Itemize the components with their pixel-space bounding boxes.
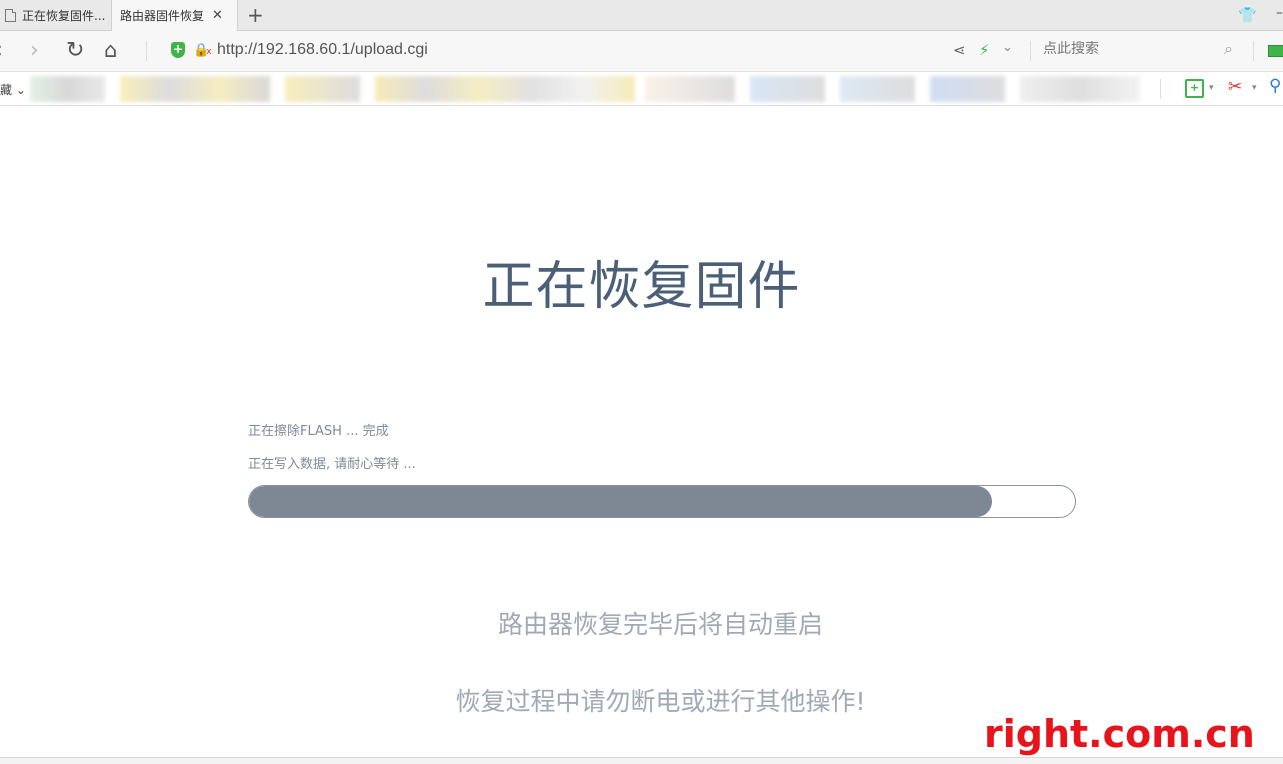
security-shield-icon[interactable]: + bbox=[171, 42, 185, 58]
share-icon[interactable]: ⋖ bbox=[953, 41, 966, 59]
divider bbox=[1160, 79, 1161, 99]
speed-mode-icon[interactable]: ⚡ bbox=[979, 41, 990, 59]
bookmark-item[interactable] bbox=[285, 76, 360, 102]
chevron-down-icon[interactable]: ▾ bbox=[1252, 83, 1257, 93]
auto-reboot-notice: 路由器恢复完毕后将自动重启 bbox=[497, 610, 823, 639]
divider bbox=[1253, 41, 1254, 61]
search-icon[interactable]: ⌕ bbox=[1224, 39, 1233, 59]
bookmark-item[interactable] bbox=[645, 76, 735, 102]
bookmark-item[interactable] bbox=[1020, 76, 1140, 102]
forward-icon[interactable]: › bbox=[30, 38, 39, 63]
tab-bar: 正在恢复固件... 路由器固件恢复 ✕ + 👕 – bbox=[0, 0, 1283, 31]
divider bbox=[146, 41, 147, 61]
bookmark-item[interactable] bbox=[120, 76, 270, 102]
new-tab-icon[interactable]: + bbox=[247, 3, 264, 27]
tab-restoring[interactable]: 正在恢复固件... bbox=[0, 0, 110, 30]
tab-router-restore[interactable]: 路由器固件恢复 ✕ bbox=[111, 0, 238, 31]
address-input[interactable] bbox=[217, 41, 917, 59]
bookmarks-bar: 藏 ⌄ + ▾ ✂ ▾ ⚲ bbox=[0, 72, 1283, 106]
progress-bar-fill bbox=[249, 486, 993, 517]
page-icon bbox=[5, 8, 16, 22]
erase-status-text: 正在擦除FLASH ... 完成 bbox=[248, 424, 389, 439]
tab-label: 路由器固件恢复 bbox=[120, 9, 205, 23]
divider bbox=[1030, 41, 1031, 61]
search-icon[interactable]: ⚲ bbox=[1269, 76, 1281, 96]
bookmark-item[interactable] bbox=[840, 76, 915, 102]
refresh-icon[interactable]: ↻ bbox=[66, 38, 84, 63]
insecure-lock-icon[interactable]: 🔒x bbox=[193, 43, 212, 58]
chevron-down-icon[interactable]: ▾ bbox=[1209, 83, 1214, 93]
search-input[interactable] bbox=[1043, 41, 1223, 57]
page-title: 正在恢复固件 bbox=[482, 257, 801, 317]
translate-icon[interactable]: + bbox=[1185, 79, 1204, 98]
battery-icon bbox=[1268, 45, 1283, 57]
minimize-icon[interactable]: – bbox=[1276, 5, 1283, 21]
navigation-bar: ‹ › ↻ ⌂ + 🔒x ⋖ ⚡ ⌄ ⌕ bbox=[0, 31, 1283, 72]
bookmark-item[interactable] bbox=[930, 76, 1005, 102]
chevron-down-icon[interactable]: ⌄ bbox=[1002, 40, 1013, 55]
scissors-icon[interactable]: ✂ bbox=[1228, 77, 1242, 97]
bookmark-item[interactable] bbox=[750, 76, 825, 102]
back-icon[interactable]: ‹ bbox=[0, 38, 3, 63]
close-tab-icon[interactable]: ✕ bbox=[212, 8, 223, 23]
skin-icon[interactable]: 👕 bbox=[1238, 6, 1257, 24]
favorites-label[interactable]: 藏 ⌄ bbox=[0, 81, 26, 98]
progress-bar bbox=[248, 485, 1076, 518]
write-status-text: 正在写入数据, 请耐心等待 ... bbox=[248, 457, 416, 472]
tab-label: 正在恢复固件... bbox=[22, 8, 106, 23]
bookmark-item[interactable] bbox=[375, 76, 635, 102]
watermark: right.com.cn bbox=[984, 712, 1255, 756]
bookmark-item[interactable] bbox=[30, 76, 105, 102]
home-icon[interactable]: ⌂ bbox=[104, 38, 117, 62]
